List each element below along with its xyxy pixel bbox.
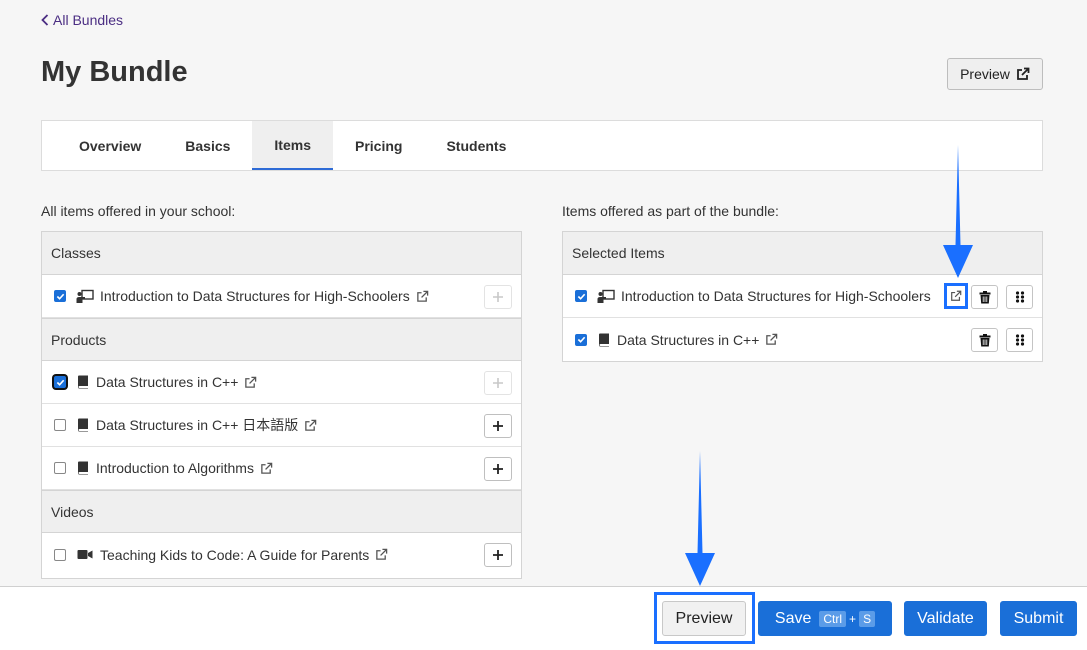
section-header-classes: Classes (42, 232, 521, 275)
save-shortcut: Ctrl + S (819, 610, 876, 627)
add-item-button[interactable] (484, 414, 512, 438)
grip-icon (1015, 291, 1024, 303)
page-title: My Bundle (41, 56, 188, 88)
preview-button[interactable]: Preview (662, 601, 746, 636)
trash-icon (979, 333, 990, 346)
save-button[interactable]: Save Ctrl + S (758, 601, 892, 636)
annotation-arrow-down-icon (685, 451, 715, 586)
video-icon (76, 547, 94, 563)
all-items-panel: Classes Introduction to Data Structures … (41, 231, 522, 579)
selected-item: Introduction to Data Structures for High… (563, 275, 1042, 318)
back-link[interactable]: All Bundles (41, 12, 123, 28)
external-link-icon[interactable] (375, 548, 388, 561)
item-title: Data Structures in C++ (96, 374, 239, 390)
list-item: Data Structures in C++ (42, 361, 521, 404)
book-icon (76, 374, 90, 390)
item-checkbox[interactable] (54, 376, 66, 388)
all-items-label: All items offered in your school: (41, 203, 236, 219)
item-checkbox[interactable] (54, 548, 66, 561)
add-item-button[interactable] (484, 457, 512, 481)
validate-button[interactable]: Validate (904, 601, 987, 636)
bundle-items-label: Items offered as part of the bundle: (562, 203, 779, 219)
book-icon (76, 417, 90, 433)
drag-handle[interactable] (1006, 285, 1033, 309)
list-item: Introduction to Data Structures for High… (42, 275, 521, 318)
tab-students[interactable]: Students (424, 121, 528, 170)
ctrl-key: Ctrl (819, 610, 847, 627)
item-checkbox[interactable] (54, 419, 66, 431)
plus-sign: + (849, 611, 857, 626)
item-title: Introduction to Data Structures for High… (100, 288, 410, 304)
tab-bar: Overview Basics Items Pricing Students (41, 120, 1043, 171)
highlighted-external-link[interactable] (944, 283, 968, 309)
tab-basics[interactable]: Basics (163, 121, 252, 170)
item-title: Introduction to Data Structures for High… (621, 288, 931, 304)
add-item-button[interactable] (484, 543, 512, 567)
preview-button-top[interactable]: Preview (947, 58, 1043, 90)
section-header-products: Products (42, 318, 521, 361)
item-title: Introduction to Algorithms (96, 460, 254, 476)
tab-items[interactable]: Items (252, 121, 333, 170)
classroom-icon (597, 288, 615, 304)
external-link-icon (951, 290, 962, 301)
plus-icon (493, 292, 503, 302)
external-link-icon[interactable] (304, 419, 317, 432)
delete-item-button[interactable] (971, 285, 998, 309)
chevron-left-icon (41, 14, 49, 26)
tab-overview[interactable]: Overview (57, 121, 163, 170)
back-link-label: All Bundles (53, 12, 124, 28)
grip-icon (1015, 334, 1024, 346)
item-title: Data Structures in C++ (617, 331, 760, 348)
plus-icon (493, 378, 503, 388)
delete-item-button[interactable] (971, 328, 998, 352)
plus-icon (493, 550, 503, 560)
section-header-videos: Videos (42, 490, 521, 533)
plus-icon (493, 421, 503, 431)
external-link-icon[interactable] (416, 290, 429, 303)
add-item-button[interactable] (484, 371, 512, 395)
save-label: Save (774, 609, 812, 627)
book-icon (76, 460, 90, 476)
add-item-button[interactable] (484, 285, 512, 309)
external-link-icon[interactable] (765, 333, 778, 346)
book-icon (597, 332, 611, 348)
list-item: Teaching Kids to Code: A Guide for Paren… (42, 533, 521, 576)
preview-label: Preview (960, 66, 1010, 82)
s-key: S (859, 610, 876, 627)
submit-button[interactable]: Submit (1000, 601, 1077, 636)
item-checkbox[interactable] (575, 290, 587, 302)
tab-pricing[interactable]: Pricing (333, 121, 424, 170)
external-link-icon[interactable] (244, 376, 257, 389)
external-link-icon[interactable] (260, 462, 273, 475)
trash-icon (979, 290, 990, 303)
selected-item: Data Structures in C++ (563, 318, 1042, 361)
item-title: Data Structures in C++ 日本語版 (96, 417, 299, 433)
list-item: Data Structures in C++ 日本語版 (42, 404, 521, 447)
list-item: Introduction to Algorithms (42, 447, 521, 490)
external-link-icon (1016, 67, 1030, 80)
item-checkbox[interactable] (54, 462, 66, 474)
item-title: Teaching Kids to Code: A Guide for Paren… (100, 546, 370, 563)
plus-icon (493, 464, 503, 474)
section-header-selected: Selected Items (563, 232, 1042, 275)
item-checkbox[interactable] (54, 290, 66, 302)
classroom-icon (76, 288, 94, 304)
selected-items-panel: Selected Items Introduction to Data Stru… (562, 231, 1043, 362)
item-checkbox[interactable] (575, 333, 587, 346)
drag-handle[interactable] (1006, 328, 1033, 352)
